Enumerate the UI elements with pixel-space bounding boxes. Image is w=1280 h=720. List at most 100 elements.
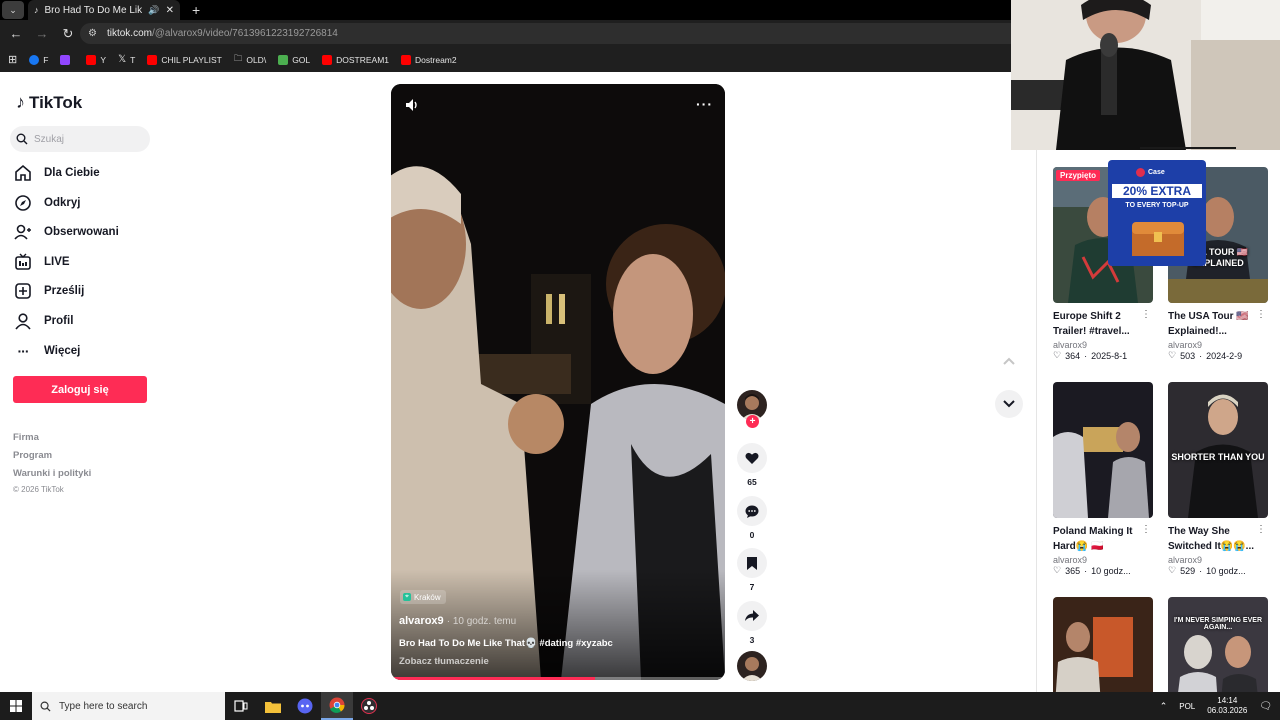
like-count: 529	[1180, 565, 1196, 576]
card-more-icon[interactable]: ⋮	[1256, 524, 1266, 535]
card-more-icon[interactable]: ⋮	[1256, 309, 1266, 320]
nav-label: LIVE	[44, 256, 70, 268]
file-explorer-button[interactable]	[257, 692, 289, 720]
bookmark-label: GOL	[292, 54, 311, 65]
bookmark-item[interactable]: DOSTREAM1	[322, 54, 389, 65]
nav-label: Obserwowani	[44, 226, 119, 238]
task-view-button[interactable]	[225, 692, 257, 720]
share-button[interactable]: 3	[737, 601, 767, 645]
save-button[interactable]: 7	[737, 548, 767, 592]
video-more-icon[interactable]: ···	[696, 96, 713, 112]
speaker-icon[interactable]: 🔊	[148, 5, 159, 16]
video-player[interactable]: ··· ⌖ Kraków alvarox9 · 10 godz. temu Bro…	[391, 84, 725, 680]
task-view-icon	[234, 700, 248, 712]
bookmark-label: Y	[100, 54, 107, 65]
app-button[interactable]	[289, 692, 321, 720]
youtube-icon	[322, 54, 333, 65]
start-button[interactable]	[0, 692, 32, 720]
discord-icon	[297, 698, 313, 714]
previous-video-button[interactable]	[995, 347, 1023, 375]
obs-button[interactable]	[353, 692, 385, 720]
clock[interactable]: 14:14 06.03.2026	[1207, 696, 1247, 716]
video-thumbnail: I'M NEVER SIMPING EVER AGAIN...	[1168, 597, 1268, 692]
nav-item-live[interactable]: LIVE	[14, 253, 70, 271]
reload-button[interactable]: ↻	[58, 26, 78, 42]
heart-outline-icon: ♡	[1053, 565, 1062, 575]
bookmark-item[interactable]: F	[29, 54, 48, 65]
ad-headline: 20% EXTRA	[1112, 184, 1202, 198]
bookmark-label: CHIL PLAYLIST	[161, 54, 222, 65]
language-indicator[interactable]: POL	[1179, 702, 1195, 711]
copyright: © 2026 TikTok	[13, 485, 64, 494]
ad-brand: Case	[1136, 168, 1165, 177]
gol-icon	[278, 54, 289, 65]
footer-link-terms[interactable]: Warunki i polityki	[13, 468, 91, 479]
like-count: 364	[1065, 350, 1081, 361]
heart-icon	[737, 443, 767, 473]
forward-button[interactable]: →	[32, 26, 52, 41]
taskbar-search[interactable]: Type here to search	[32, 692, 225, 720]
tiktok-logo[interactable]: ♪ TikTok	[16, 92, 82, 113]
search-input[interactable]: Szukaj	[10, 126, 150, 152]
nav-item-profile[interactable]: Profil	[14, 312, 73, 330]
stats-separator: ·	[1084, 350, 1088, 361]
tab-list-button[interactable]: ⌄	[2, 1, 24, 19]
video-title: The Way She Switched It😭😭...	[1168, 526, 1255, 552]
location-tag[interactable]: ⌖ Kraków	[400, 590, 446, 604]
see-translation-link[interactable]: Zobacz tłumaczenie	[399, 656, 489, 667]
login-button[interactable]: Zaloguj się	[13, 376, 147, 403]
nav-item-more[interactable]: ··· Więcej	[14, 342, 81, 360]
video-author[interactable]: alvarox9 · 10 godz. temu	[399, 615, 516, 627]
related-video-card[interactable]: I'M NEVER SIMPING EVER AGAIN...	[1168, 597, 1268, 692]
ad-overlay[interactable]: Case 20% EXTRA TO EVERY TOP-UP	[1108, 160, 1206, 266]
card-more-icon[interactable]: ⋮	[1141, 524, 1151, 535]
tab-close-icon[interactable]: ✕	[166, 5, 174, 16]
url-host: tiktok.com	[106, 28, 152, 39]
footer-link-company[interactable]: Firma	[13, 432, 39, 443]
like-button[interactable]: 65	[737, 443, 767, 487]
post-time: · 10 godz. temu	[446, 616, 517, 627]
thumbnail-caption: I'M NEVER SIMPING EVER AGAIN...	[1173, 617, 1262, 631]
video-description: Bro Had To Do Me Like That💀 #dating #xyz…	[399, 638, 613, 649]
bookmark-item[interactable]: 𝕏T	[118, 54, 135, 65]
back-button[interactable]: ←	[6, 26, 26, 41]
nav-item-following[interactable]: Obserwowani	[14, 223, 119, 241]
creator-avatar[interactable]: +	[737, 390, 767, 428]
comment-count: 0	[749, 530, 755, 540]
heart-outline-icon: ♡	[1168, 350, 1177, 360]
nav-label: Profil	[44, 315, 74, 327]
footer-link-program[interactable]: Program	[13, 450, 52, 461]
related-video-card[interactable]: Poland Making It Hard😭 🇵🇱 #datin... ⋮ al…	[1053, 382, 1153, 576]
music-disc[interactable]	[737, 651, 767, 681]
related-video-card[interactable]	[1053, 597, 1153, 692]
notification-icon[interactable]: 🗨	[1259, 701, 1272, 712]
card-more-icon[interactable]: ⋮	[1141, 309, 1151, 320]
video-progress-bar[interactable]	[391, 677, 725, 680]
nav-label: Prześlij	[44, 285, 85, 297]
bookmark-label: OLD\	[246, 54, 267, 65]
bookmark-item[interactable]	[60, 54, 74, 65]
related-video-card[interactable]: SHORTER THAN YOU The Way She Switched It…	[1168, 382, 1268, 576]
video-title: Europe Shift 2 Trailer! #travel...	[1053, 311, 1130, 337]
site-info-icon[interactable]: ⚙	[88, 28, 97, 39]
bookmark-item[interactable]: Y	[86, 54, 107, 65]
follow-plus-icon[interactable]: +	[746, 415, 759, 428]
bookmark-item[interactable]: Dostream2	[401, 54, 457, 65]
bookmark-folder[interactable]: 🗀 OLD\	[234, 53, 266, 67]
comment-button[interactable]: 0	[737, 496, 767, 540]
folder-icon: 🗀	[233, 52, 243, 63]
nav-item-explore[interactable]: Odkryj	[14, 194, 80, 212]
next-video-button[interactable]	[995, 390, 1023, 418]
new-tab-button[interactable]: +	[192, 2, 200, 18]
nav-item-for-you[interactable]: Dla Ciebie	[14, 164, 100, 182]
chrome-button[interactable]	[321, 692, 353, 720]
bookmark-item[interactable]: GOL	[278, 54, 311, 65]
bookmark-item[interactable]: CHIL PLAYLIST	[147, 54, 222, 65]
tray-chevron-icon[interactable]: ⌃	[1160, 701, 1168, 712]
following-icon	[14, 223, 32, 241]
apps-icon[interactable]: ⊞	[8, 53, 17, 66]
share-icon	[737, 601, 767, 631]
browser-tab[interactable]: ♪ Bro Had To Do Me Like That 🔊 ✕	[28, 0, 180, 20]
nav-item-upload[interactable]: Prześlij	[14, 282, 84, 300]
volume-icon[interactable]	[404, 97, 420, 113]
